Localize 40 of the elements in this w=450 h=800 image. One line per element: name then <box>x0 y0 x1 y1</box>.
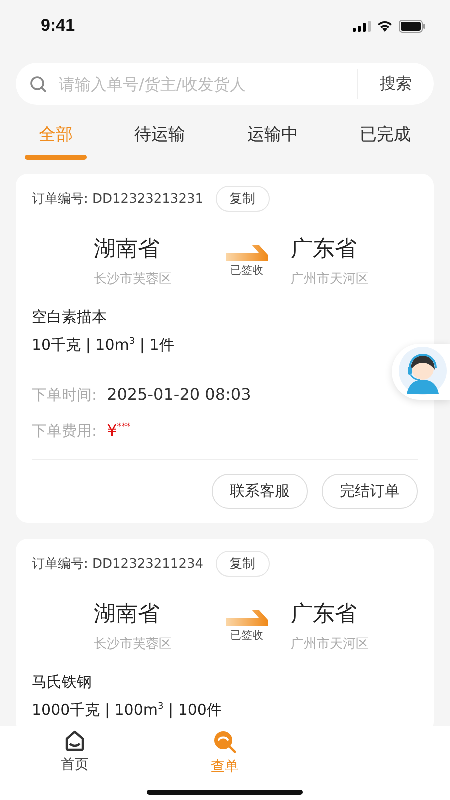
order-fee: ¥$^{***}$ <box>107 421 131 440</box>
delivery-status: 已签收 <box>230 628 264 642</box>
search-field[interactable]: 请输入单号/货主/收发货人 搜索 <box>16 63 434 105</box>
action-button[interactable]: 联系客服 <box>212 474 308 509</box>
goods-name: 马氏铁钢 <box>32 673 93 692</box>
order-number: 订单编号: DD12323211234 <box>32 556 204 573</box>
city-district: 广州市天河区 <box>291 271 370 288</box>
city-district: 长沙市芙蓉区 <box>94 271 173 288</box>
field-label: 下单时间: <box>32 386 98 405</box>
arrow-icon <box>226 244 268 260</box>
filter-tab[interactable]: 待运输 <box>120 117 200 160</box>
wifi-icon <box>377 20 393 32</box>
province-name: 广东省 <box>291 236 358 264</box>
search-button[interactable]: 搜索 <box>357 69 434 99</box>
home-icon <box>64 730 86 752</box>
search-icon <box>213 730 237 754</box>
province-name: 湖南省 <box>94 236 161 264</box>
clock-time: 9:41 <box>41 16 76 36</box>
field-label: 下单费用: <box>32 422 98 441</box>
goods-name: 空白素描本 <box>32 308 108 327</box>
city-district: 长沙市芙蓉区 <box>94 636 173 653</box>
battery-icon <box>399 20 426 32</box>
arrow-icon <box>226 610 268 626</box>
order-time: 2025-01-20 08:03 <box>107 385 252 404</box>
order-number: 订单编号: DD12323213231 <box>32 191 204 208</box>
customer-service-button[interactable] <box>392 344 450 400</box>
province-name: 广东省 <box>291 601 358 629</box>
copy-button[interactable]: 复制 <box>216 551 270 577</box>
goods-specs: 10千克 | 10m$^{3}$ | 1件 <box>32 336 176 355</box>
goods-specs: 1000千克 | 100m$^{3}$ | 100件 <box>32 701 223 720</box>
filter-tab[interactable]: 已完成 <box>346 117 426 160</box>
copy-button[interactable]: 复制 <box>216 186 270 212</box>
city-district: 广州市天河区 <box>291 636 370 653</box>
filter-tab[interactable]: 运输中 <box>233 117 312 160</box>
action-button[interactable]: 完结订单 <box>322 474 418 509</box>
delivery-status: 已签收 <box>230 262 264 278</box>
search-icon <box>30 76 47 92</box>
nav-tab[interactable]: 首页 <box>0 730 150 776</box>
signal-icon <box>353 20 371 32</box>
province-name: 湖南省 <box>94 601 161 629</box>
